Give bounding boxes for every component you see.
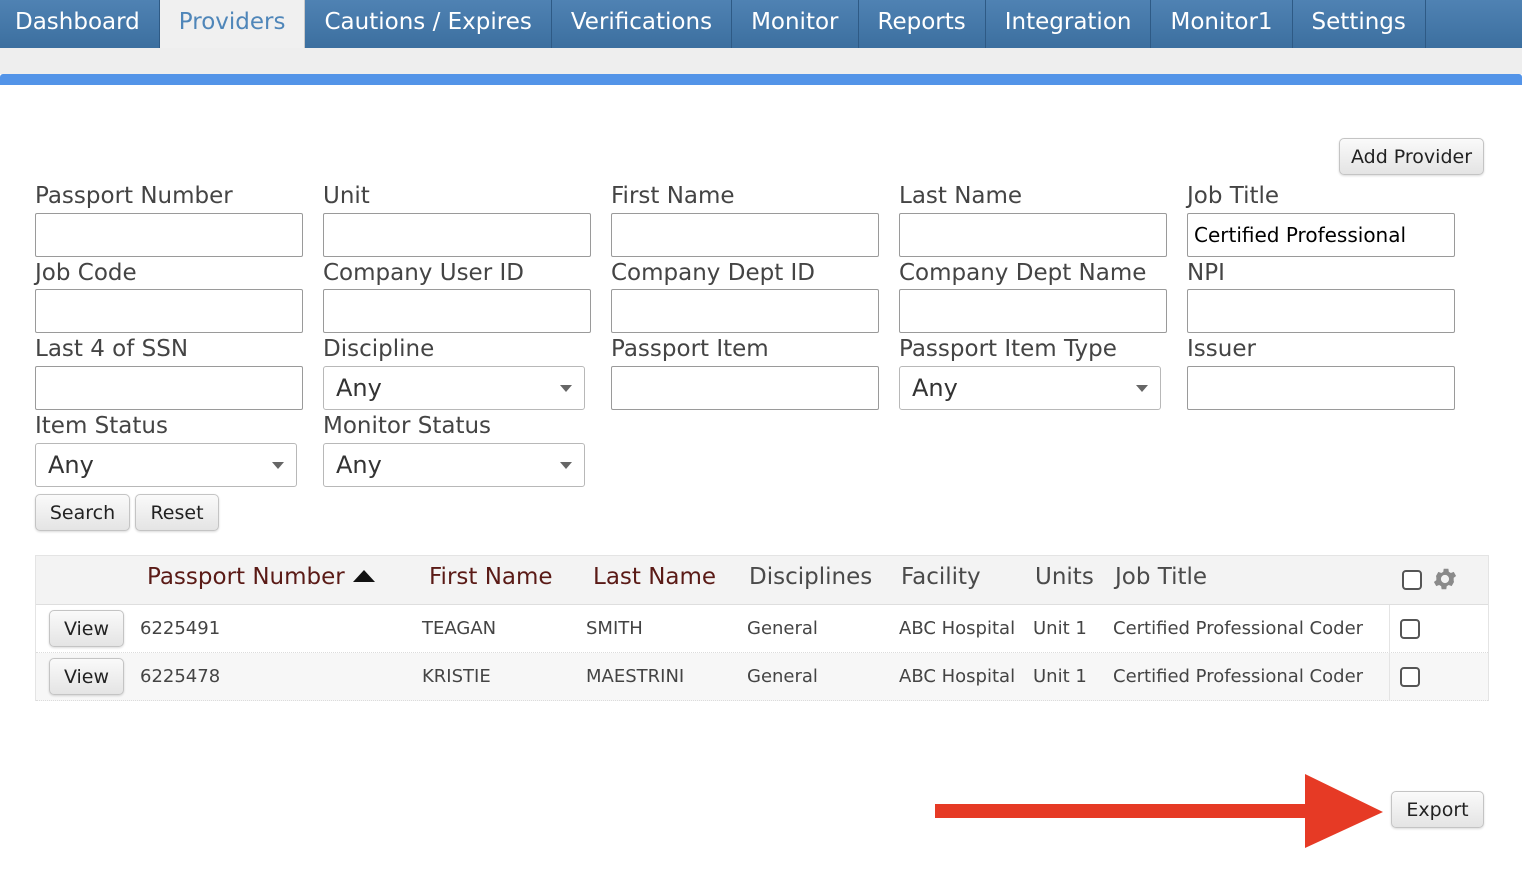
passport-number-input[interactable] <box>35 213 303 257</box>
cell-job-title: Certified Professional Coder <box>1113 618 1364 639</box>
cell-disciplines: General <box>747 618 818 639</box>
job-code-input[interactable] <box>35 289 303 333</box>
tab-settings[interactable]: Settings <box>1293 0 1426 48</box>
job-title-input[interactable]: Certified Professional <box>1187 213 1455 257</box>
view-button[interactable]: View <box>49 658 124 695</box>
results-table: Passport Number First Name Last Name Dis… <box>35 555 1489 701</box>
column-header-job-title[interactable]: Job Title <box>1115 564 1207 590</box>
passport-item-type-label: Passport Item Type <box>899 336 1117 362</box>
column-header-label: Passport Number <box>147 564 345 590</box>
chevron-down-icon <box>560 462 572 469</box>
tab-verifications[interactable]: Verifications <box>552 0 733 48</box>
table-row: View 6225478 KRISTIE MAESTRINI General A… <box>36 653 1488 701</box>
discipline-select[interactable]: Any <box>323 366 585 410</box>
chevron-down-icon <box>272 462 284 469</box>
cell-last-name: SMITH <box>586 618 643 639</box>
monitor-status-select-value: Any <box>336 451 382 479</box>
discipline-label: Discipline <box>323 336 435 362</box>
top-nav: Dashboard Providers Cautions / Expires V… <box>0 0 1522 48</box>
accent-bar <box>0 74 1522 85</box>
sort-ascending-icon <box>352 569 375 582</box>
table-header: Passport Number First Name Last Name Dis… <box>36 556 1488 605</box>
monitor-status-label: Monitor Status <box>323 413 492 439</box>
monitor-status-select[interactable]: Any <box>323 443 585 487</box>
search-button[interactable]: Search <box>35 494 130 531</box>
unit-label: Unit <box>323 183 370 209</box>
cell-units: Unit 1 <box>1033 618 1087 639</box>
view-button[interactable]: View <box>49 610 124 647</box>
cell-last-name: MAESTRINI <box>586 666 685 687</box>
column-header-disciplines[interactable]: Disciplines <box>749 564 872 590</box>
passport-item-type-select[interactable]: Any <box>899 366 1161 410</box>
issuer-label: Issuer <box>1187 336 1256 362</box>
passport-number-label: Passport Number <box>35 183 233 209</box>
cell-passport-number: 6225478 <box>140 666 221 687</box>
item-status-select[interactable]: Any <box>35 443 297 487</box>
chevron-down-icon <box>1136 385 1148 392</box>
sub-bar <box>0 48 1522 74</box>
company-dept-name-label: Company Dept Name <box>899 260 1147 286</box>
company-dept-name-input[interactable] <box>899 289 1167 333</box>
npi-input[interactable] <box>1187 289 1455 333</box>
select-all-checkbox[interactable] <box>1402 570 1422 590</box>
company-user-id-input[interactable] <box>323 289 591 333</box>
row-select-checkbox[interactable] <box>1400 667 1420 687</box>
last-name-label: Last Name <box>899 183 1023 209</box>
reset-button[interactable]: Reset <box>135 494 219 531</box>
column-header-facility[interactable]: Facility <box>901 564 981 590</box>
passport-item-type-select-value: Any <box>912 374 958 402</box>
last4-ssn-input[interactable] <box>35 366 303 410</box>
company-user-id-label: Company User ID <box>323 260 524 286</box>
cell-passport-number: 6225491 <box>140 618 221 639</box>
cell-disciplines: General <box>747 666 818 687</box>
company-dept-id-label: Company Dept ID <box>611 260 816 286</box>
item-status-select-value: Any <box>48 451 94 479</box>
column-header-first-name[interactable]: First Name <box>429 564 553 590</box>
cell-facility: ABC Hospital <box>899 666 1016 687</box>
passport-item-label: Passport Item <box>611 336 769 362</box>
cell-first-name: KRISTIE <box>422 666 491 687</box>
npi-label: NPI <box>1187 260 1225 286</box>
company-dept-id-input[interactable] <box>611 289 879 333</box>
add-provider-button[interactable]: Add Provider <box>1339 138 1484 175</box>
tab-integration[interactable]: Integration <box>986 0 1152 48</box>
job-code-label: Job Code <box>35 260 137 286</box>
column-header-passport-number[interactable]: Passport Number <box>147 564 375 590</box>
cell-facility: ABC Hospital <box>899 618 1016 639</box>
tab-dashboard[interactable]: Dashboard <box>0 0 160 48</box>
annotation-arrow-icon <box>935 774 1383 848</box>
first-name-input[interactable] <box>611 213 879 257</box>
tab-reports[interactable]: Reports <box>859 0 986 48</box>
tab-cautions-expires[interactable]: Cautions / Expires <box>305 0 552 48</box>
unit-input[interactable] <box>323 213 591 257</box>
item-status-label: Item Status <box>35 413 168 439</box>
column-header-last-name[interactable]: Last Name <box>593 564 716 590</box>
cell-first-name: TEAGAN <box>422 618 497 639</box>
chevron-down-icon <box>560 385 572 392</box>
cell-job-title: Certified Professional Coder <box>1113 666 1364 687</box>
passport-item-input[interactable] <box>611 366 879 410</box>
row-select-checkbox[interactable] <box>1400 619 1420 639</box>
job-title-label: Job Title <box>1187 183 1280 209</box>
first-name-label: First Name <box>611 183 735 209</box>
column-header-units[interactable]: Units <box>1035 564 1094 590</box>
export-button[interactable]: Export <box>1391 791 1484 828</box>
last-name-input[interactable] <box>899 213 1167 257</box>
cell-units: Unit 1 <box>1033 666 1087 687</box>
discipline-select-value: Any <box>336 374 382 402</box>
column-divider <box>1389 605 1390 701</box>
last4-ssn-label: Last 4 of SSN <box>35 336 189 362</box>
tab-monitor1[interactable]: Monitor1 <box>1151 0 1293 48</box>
issuer-input[interactable] <box>1187 366 1455 410</box>
tab-providers[interactable]: Providers <box>159 0 306 48</box>
tab-monitor[interactable]: Monitor <box>732 0 859 48</box>
gear-icon[interactable] <box>1431 565 1459 593</box>
table-row: View 6225491 TEAGAN SMITH General ABC Ho… <box>36 605 1488 653</box>
